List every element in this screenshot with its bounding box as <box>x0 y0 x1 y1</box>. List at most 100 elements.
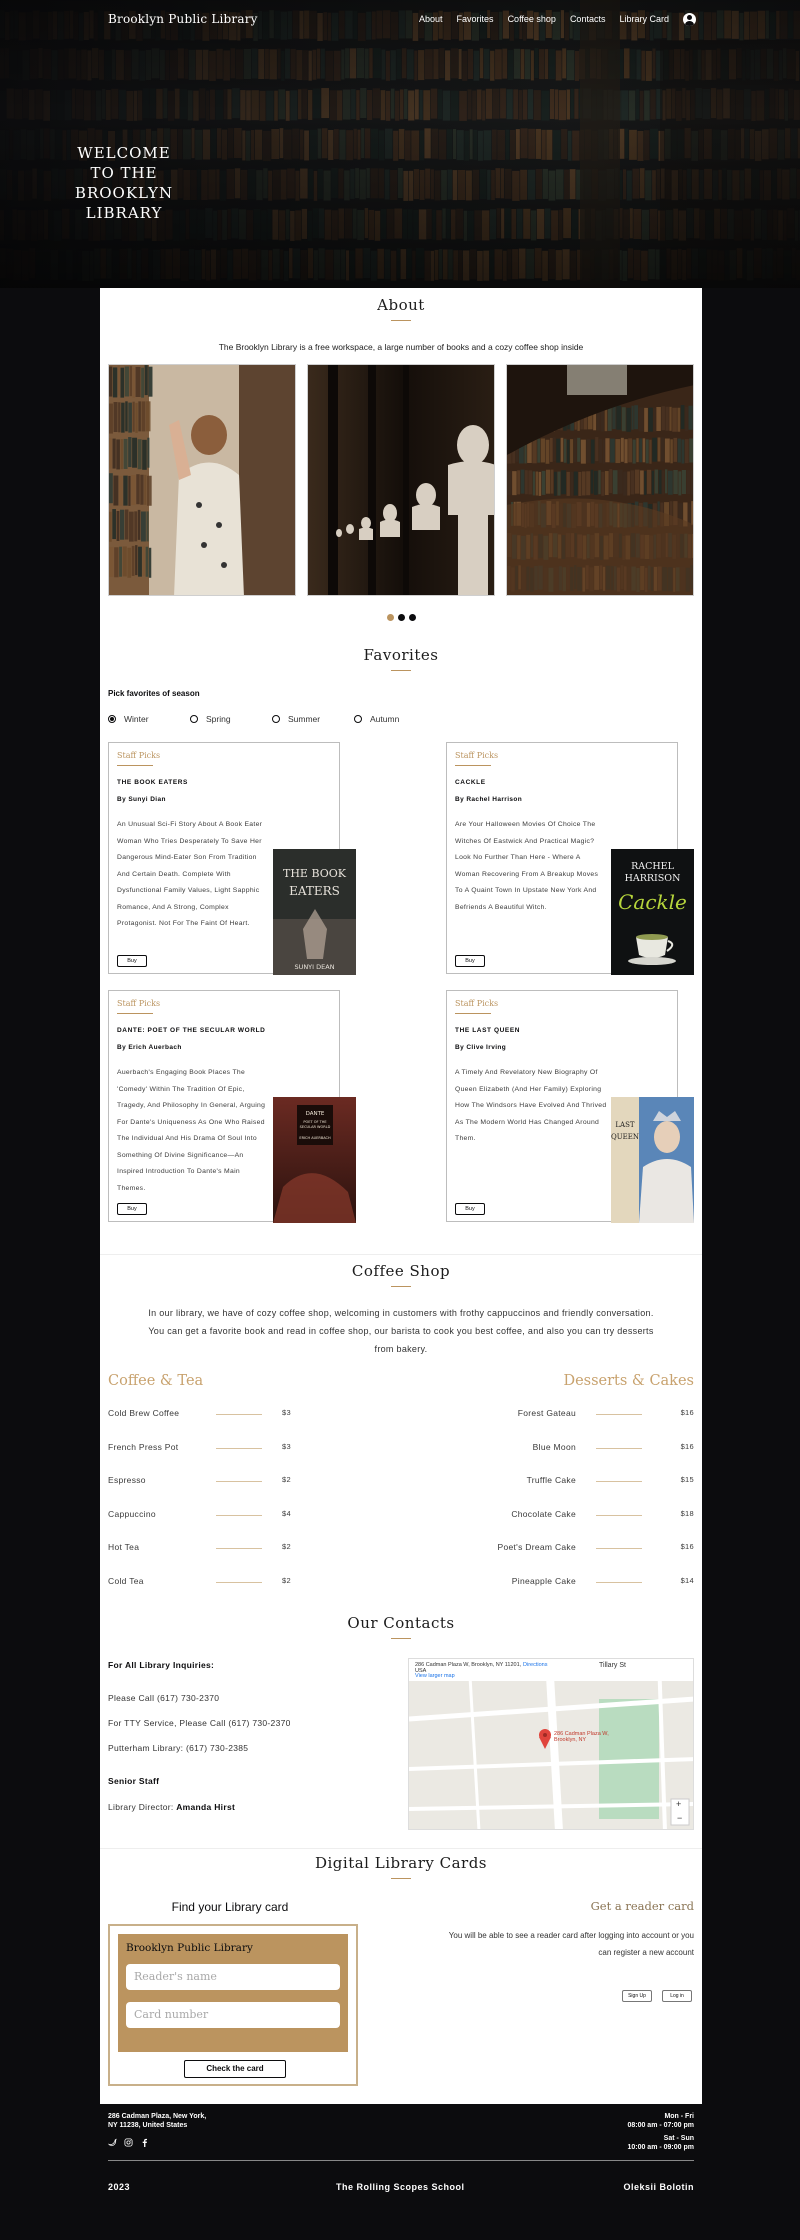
reader-name-input[interactable]: Reader's name <box>126 1964 340 1990</box>
map-directions[interactable]: Directions <box>523 1662 547 1668</box>
twitter-icon[interactable] <box>108 2138 117 2147</box>
season-spring[interactable]: Spring <box>190 714 272 724</box>
svg-text:HARRISON: HARRISON <box>625 873 681 884</box>
menu-item-price: $15 <box>680 1475 694 1485</box>
menu-item-name: Blue Moon <box>532 1441 576 1452</box>
book-card-book-eaters: Staff Picks THE BOOK EATERS By Sunyi Dia… <box>108 742 356 975</box>
book-cover-cackle: RACHEL HARRISON Cackle <box>611 849 694 975</box>
about-title-underline <box>391 320 411 321</box>
check-card-button[interactable]: Check the card <box>184 2060 286 2078</box>
menu-item-name: Cold Tea <box>108 1576 144 1586</box>
menu-item: Cold Brew Coffee $3 <box>108 1408 298 1420</box>
about-title: About <box>377 296 425 314</box>
footer-author-link[interactable]: Oleksii Bolotin <box>623 2182 694 2192</box>
cover-title-line2: EATERS <box>289 884 340 898</box>
contact-phone-main[interactable]: Please Call (617) 730-2370 <box>108 1693 219 1703</box>
footer-year: 2023 <box>108 2182 131 2192</box>
book-description: An Unusual Sci-Fi Story About A Book Eat… <box>117 821 263 927</box>
menu-item: French Press Pot $3 <box>108 1442 298 1454</box>
contact-phone-tty[interactable]: For TTY Service, Please Call (617) 730-2… <box>108 1718 291 1728</box>
hero-welcome: WELCOME TO THE BROOKLYN LIBRARY <box>44 143 204 223</box>
map-zoom-in[interactable]: + <box>676 1799 681 1809</box>
menu-item: Truffle Cake $15 <box>486 1475 694 1487</box>
cover-title-line1: THE BOOK <box>283 867 347 880</box>
book-title: DANTE: POET OF THE SECULAR WORLD <box>117 1027 266 1034</box>
favorites-title: Favorites <box>363 646 439 664</box>
menu-item-name: French Press Pot <box>108 1441 179 1452</box>
about-photo-library-hall <box>506 364 694 596</box>
season-label: Pick favorites of season <box>108 689 200 698</box>
season-radio-group: Winter Spring Summer Autumn <box>108 714 436 724</box>
buy-button[interactable]: Buy <box>455 955 485 967</box>
radio-icon[interactable] <box>272 715 280 723</box>
menu-item: Cold Tea $2 <box>108 1576 298 1588</box>
menu-item-price: $16 <box>680 1542 694 1552</box>
welcome-line-2: TO THE BROOKLYN <box>74 164 174 202</box>
cover-title: Cackle <box>618 890 687 914</box>
footer-hours-weekdays: Mon - Fri 08:00 am - 07:00 pm <box>627 2113 694 2129</box>
facebook-icon[interactable] <box>140 2138 149 2147</box>
cards-title-underline <box>391 1878 411 1879</box>
nav-contacts[interactable]: Contacts <box>570 14 606 24</box>
radio-icon[interactable] <box>354 715 362 723</box>
nav-library-card[interactable]: Library Card <box>619 14 669 24</box>
menu-item-price: $16 <box>680 1408 694 1417</box>
map-street-label: Tillary St <box>599 1662 626 1669</box>
book-description: A Timely And Revelatory New Biography Of… <box>455 1069 607 1142</box>
profile-icon[interactable] <box>683 12 696 26</box>
map-view-larger[interactable]: View larger map <box>415 1673 455 1679</box>
book-author: By Rachel Harrison <box>455 796 523 803</box>
footer-school-link[interactable]: The Rolling Scopes School <box>336 2182 465 2192</box>
find-card-title: Find your Library card <box>171 1900 289 1914</box>
svg-text:POET OF THE: POET OF THE <box>303 1120 326 1124</box>
instagram-icon[interactable] <box>124 2138 133 2147</box>
menu-item-price: $4 <box>282 1508 291 1518</box>
buy-button[interactable]: Buy <box>455 1203 485 1215</box>
site-logo[interactable]: Brooklyn Public Library <box>108 12 258 26</box>
menu-item-price: $14 <box>680 1576 694 1585</box>
carousel-dot-1[interactable] <box>387 614 394 621</box>
carousel-dot-3[interactable] <box>409 614 416 621</box>
menu-item: Pineapple Cake $14 <box>486 1576 694 1588</box>
nav-coffee-shop[interactable]: Coffee shop <box>508 14 556 24</box>
season-summer[interactable]: Summer <box>272 714 354 724</box>
menu-heading-coffee-tea: Coffee & Tea <box>108 1373 204 1389</box>
coffee-title: Coffee Shop <box>351 1262 451 1280</box>
svg-text:SECULAR WORLD: SECULAR WORLD <box>300 1125 331 1129</box>
season-winter[interactable]: Winter <box>108 714 190 724</box>
staff-picks-label: Staff Picks <box>117 999 161 1008</box>
nav-about[interactable]: About <box>419 14 443 24</box>
footer-divider <box>108 2160 694 2161</box>
menu-item: Espresso $2 <box>108 1475 298 1487</box>
card-number-input[interactable]: Card number <box>126 2002 340 2028</box>
about-photo-woman-reading <box>108 364 296 596</box>
menu-item-name: Hot Tea <box>108 1542 140 1553</box>
cover-author: SUNYI DEAN <box>294 963 334 971</box>
carousel-dots <box>387 614 416 621</box>
menu-item-price: $18 <box>680 1508 694 1518</box>
book-description: Auerbach's Engaging Book Places The 'Com… <box>117 1069 266 1192</box>
log-in-button[interactable]: Log in <box>662 1990 692 2002</box>
radio-icon[interactable] <box>190 715 198 723</box>
welcome-line-1: WELCOME <box>77 144 171 162</box>
buy-button[interactable]: Buy <box>117 955 147 967</box>
menu-item: Hot Tea $2 <box>108 1542 298 1554</box>
sign-up-button[interactable]: Sign Up <box>622 1990 652 2002</box>
buy-button[interactable]: Buy <box>117 1203 147 1215</box>
menu-item: Poet's Dream Cake $16 <box>486 1542 694 1554</box>
senior-staff-heading: Senior Staff <box>108 1776 160 1786</box>
book-description: Are Your Halloween Movies Of Choice The … <box>455 821 599 911</box>
map-zoom-out[interactable]: − <box>677 1813 682 1823</box>
contact-phone-putterham[interactable]: Putterham Library: (617) 730-2385 <box>108 1743 248 1753</box>
welcome-line-3: LIBRARY <box>85 204 163 222</box>
menu-item-price: $2 <box>282 1576 291 1585</box>
radio-icon[interactable] <box>108 715 116 723</box>
nav-favorites[interactable]: Favorites <box>457 14 494 24</box>
main-container: About The Brooklyn Library is a free wor… <box>100 288 702 2104</box>
season-autumn[interactable]: Autumn <box>354 714 436 724</box>
svg-text:QUEEN: QUEEN <box>611 1133 639 1141</box>
carousel-dot-2[interactable] <box>398 614 405 621</box>
staff-picks-label: Staff Picks <box>455 751 499 760</box>
contacts-map[interactable]: 286 Cadman Plaza W, Brooklyn, NY 11201, … <box>408 1658 694 1830</box>
book-card-dante: Staff Picks DANTE: POET OF THE SECULAR W… <box>108 990 356 1223</box>
